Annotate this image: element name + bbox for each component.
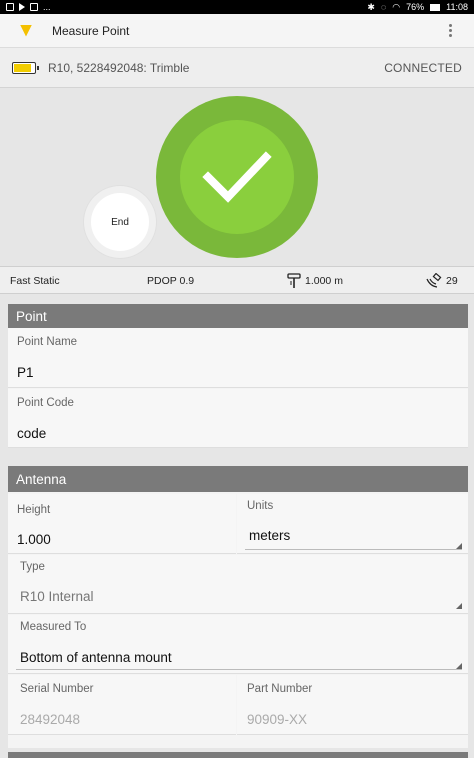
type-dropdown[interactable]: R10 Internal xyxy=(20,589,94,604)
end-button[interactable]: End xyxy=(84,186,156,258)
battery-percent: 76% xyxy=(406,2,425,12)
units-dropdown[interactable]: meters xyxy=(249,528,290,543)
play-notification-icon xyxy=(19,3,25,11)
next-section-header xyxy=(8,752,468,758)
end-button-label: End xyxy=(91,193,149,251)
part-number-label: Part Number xyxy=(247,683,313,695)
point-section-header: Point xyxy=(8,304,468,328)
point-card: Point Point Name P1 Point Code code xyxy=(8,304,468,448)
height-label: Height xyxy=(17,504,51,516)
point-code-label: Point Code xyxy=(17,397,74,409)
antenna-section-header: Antenna xyxy=(8,466,468,492)
units-dropdown-arrow-icon xyxy=(456,543,462,549)
image-notification-icon xyxy=(6,3,14,11)
height-input[interactable]: 1.000 xyxy=(17,532,51,547)
antenna-height-icon xyxy=(287,273,301,288)
units-field[interactable]: Units meters xyxy=(237,494,468,554)
overflow-menu-icon[interactable] xyxy=(440,21,460,41)
app-bar: Measure Point xyxy=(0,14,474,48)
battery-status-icon xyxy=(430,3,441,11)
measured-to-dropdown-arrow-icon xyxy=(456,663,462,669)
page-title: Measure Point xyxy=(52,23,130,38)
part-number-field: Part Number 90909-XX xyxy=(237,675,468,735)
part-number-value: 90909-XX xyxy=(247,712,308,727)
point-name-label: Point Name xyxy=(17,336,78,348)
serial-number-label: Serial Number xyxy=(20,683,94,695)
mute-icon: ◌ xyxy=(380,2,387,12)
height-field[interactable]: Height 1.000 xyxy=(8,494,236,554)
measure-area: End xyxy=(0,88,474,266)
satellite-count: 29 xyxy=(446,275,458,287)
accept-measure-button[interactable] xyxy=(156,96,318,258)
type-field[interactable]: Type R10 Internal xyxy=(8,555,468,614)
notification-overflow: ... xyxy=(43,2,51,12)
receiver-battery-icon xyxy=(12,61,39,74)
measured-to-dropdown[interactable]: Bottom of antenna mount xyxy=(20,650,172,665)
download-notification-icon xyxy=(30,3,38,11)
connection-status: CONNECTED xyxy=(384,60,462,75)
status-bar: ... ✱ ◌ ◠ 76% 11:08 xyxy=(0,0,474,14)
checkmark-icon xyxy=(202,151,272,203)
bluetooth-icon: ✱ xyxy=(367,1,375,12)
units-label: Units xyxy=(247,500,274,512)
receiver-status-bar[interactable]: R10, 5228492048: Trimble CONNECTED xyxy=(0,48,474,88)
serial-number-value: 28492048 xyxy=(20,712,81,727)
point-code-field[interactable]: Point Code code xyxy=(8,389,468,448)
point-name-field[interactable]: Point Name P1 xyxy=(8,328,468,388)
antenna-card: Antenna Height 1.000 Units meters Type R… xyxy=(8,466,468,748)
antenna-height-value: 1.000 m xyxy=(305,275,343,287)
wifi-icon: ◠ xyxy=(392,1,401,12)
gnss-info-bar: Fast Static PDOP 0.9 1.000 m 29 xyxy=(0,266,474,294)
type-dropdown-arrow-icon xyxy=(456,603,462,609)
pdop-value: PDOP 0.9 xyxy=(147,275,195,287)
point-name-input[interactable]: P1 xyxy=(17,365,34,380)
receiver-name: R10, 5228492048: Trimble xyxy=(48,60,190,75)
satellite-icon xyxy=(426,273,442,288)
clock: 11:08 xyxy=(446,2,468,12)
survey-method: Fast Static xyxy=(10,275,60,287)
point-code-input[interactable]: code xyxy=(17,426,46,441)
serial-number-field: Serial Number 28492048 xyxy=(8,675,236,735)
measured-to-field[interactable]: Measured To Bottom of antenna mount xyxy=(8,615,468,674)
measured-to-label: Measured To xyxy=(20,621,87,633)
trimble-logo-icon xyxy=(20,24,32,37)
type-label: Type xyxy=(20,561,45,573)
